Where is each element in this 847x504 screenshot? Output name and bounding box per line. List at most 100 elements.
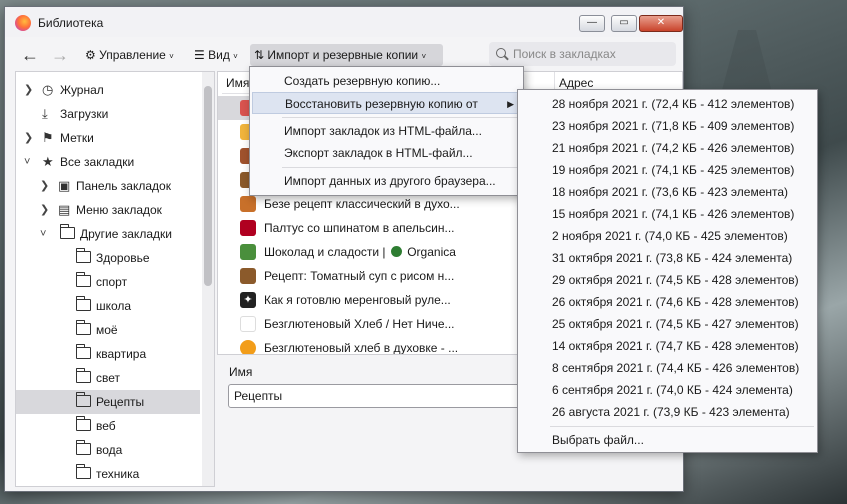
maximize-button[interactable]: ▭ — [611, 15, 637, 32]
bookmark-title: Безглютеновый хлеб в духовке - ... — [264, 341, 459, 355]
menu-item-import-html[interactable]: Импорт закладок из HTML-файла... — [252, 120, 521, 142]
name-field[interactable]: Рецепты — [228, 384, 531, 408]
folder-icon — [76, 392, 91, 407]
menu-item-restore-backup[interactable]: Восстановить резервную копию от ▶ — [252, 92, 521, 114]
sidebar-item-other-bookmarks[interactable]: ˅ Другие закладки — [16, 222, 200, 246]
restore-backup-item[interactable]: 29 октября 2021 г. (74,5 КБ - 428 элемен… — [520, 269, 815, 291]
sidebar-item-bookmarks-menu[interactable]: ❯ ▤ Меню закладок — [16, 198, 200, 222]
chevron-right-icon[interactable]: ❯ — [24, 126, 33, 150]
download-icon: ⤓ — [42, 106, 48, 121]
sidebar-item-label: Панель закладок — [76, 179, 171, 193]
sidebar-item-label: Метки — [60, 131, 94, 145]
sidebar-item-history[interactable]: ❯ ◷ Журнал — [16, 78, 200, 102]
bookmark-title: Шоколад и сладости | Organica — [264, 240, 456, 264]
scrollbar-thumb[interactable] — [204, 86, 212, 286]
menu-separator — [550, 426, 814, 427]
folder-icon — [76, 320, 91, 335]
sidebar-item-label: веб — [96, 419, 116, 433]
folder-icon — [76, 464, 91, 479]
arrow-right-icon[interactable]: → — [51, 44, 69, 66]
restore-backup-item[interactable]: 8 сентября 2021 г. (74,4 КБ - 426 элемен… — [520, 357, 815, 379]
chevron-down-icon[interactable]: ˅ — [24, 150, 30, 174]
view-button[interactable]: ☰ Вид ˅ — [190, 44, 242, 66]
bookmark-favicon-icon — [240, 316, 256, 332]
folder-icon — [76, 416, 91, 431]
sidebar-item-bookmarks-toolbar[interactable]: ❯ ▣ Панель закладок — [16, 174, 200, 198]
sidebar-item-folder[interactable]: квартира — [16, 342, 200, 366]
search-input[interactable]: Поиск в закладках — [489, 42, 676, 66]
menu-item-export-html[interactable]: Экспорт закладок в HTML-файл... — [252, 142, 521, 164]
table-row[interactable]: Безглютеновый хлеб в духовке - ... — [218, 336, 538, 355]
import-backup-button[interactable]: ⇅ Импорт и резервные копии ˅ — [250, 44, 443, 66]
sidebar-item-folder[interactable]: спорт — [16, 270, 200, 294]
sidebar-item-downloads[interactable]: ⤓ Загрузки — [16, 102, 200, 126]
sidebar-item-folder[interactable]: веб — [16, 414, 200, 438]
leaf-icon — [390, 246, 402, 257]
chevron-right-icon[interactable]: ❯ — [40, 174, 49, 198]
bookmark-title-suffix: Organica — [407, 245, 456, 259]
minimize-button[interactable]: — — [579, 15, 605, 32]
folder-icon — [76, 440, 91, 455]
restore-backup-item[interactable]: 28 ноября 2021 г. (72,4 КБ - 412 элемент… — [520, 93, 815, 115]
sidebar-item-label: Здоровье — [96, 251, 150, 265]
table-row[interactable]: Рецепт: Томатный суп с рисом н... — [218, 264, 538, 288]
sidebar-item-label: квартира — [96, 347, 147, 361]
restore-backup-item[interactable]: 2 ноября 2021 г. (74,0 КБ - 425 элементо… — [520, 225, 815, 247]
import-backup-label: Импорт и резервные копии — [267, 48, 419, 62]
sidebar-item-label: Другие закладки — [80, 227, 172, 241]
choose-file-item[interactable]: Выбрать файл... — [520, 429, 815, 451]
bookmark-favicon-icon: ✦ — [240, 292, 256, 308]
restore-backup-item[interactable]: 15 ноября 2021 г. (74,1 КБ - 426 элемент… — [520, 203, 815, 225]
folder-icon — [76, 248, 91, 263]
restore-backup-item[interactable]: 23 ноября 2021 г. (71,8 КБ - 409 элемент… — [520, 115, 815, 137]
window-title: Библиотека — [38, 16, 104, 30]
sidebar-item-folder[interactable]: моё — [16, 318, 200, 342]
restore-backup-item[interactable]: 19 ноября 2021 г. (74,1 КБ - 425 элемент… — [520, 159, 815, 181]
arrow-left-icon[interactable]: ← — [21, 44, 39, 66]
bookmark-title: Рецепт: Томатный суп с рисом н... — [264, 269, 455, 283]
sidebar-item-folder[interactable]: школа — [16, 294, 200, 318]
sidebar-item-label: школа — [96, 299, 132, 313]
chevron-right-icon[interactable]: ❯ — [24, 78, 33, 102]
chevron-right-icon[interactable]: ❯ — [40, 198, 49, 222]
sidebar-item-all-bookmarks[interactable]: ˅ ★ Все закладки — [16, 150, 200, 174]
table-row[interactable]: Безглютеновый Хлеб / Нет Ниче... — [218, 312, 538, 336]
bookmark-menu-icon: ▤ — [58, 202, 71, 217]
sidebar-item-label: Меню закладок — [76, 203, 162, 217]
restore-backup-item[interactable]: 25 октября 2021 г. (74,5 КБ - 427 элемен… — [520, 313, 815, 335]
sidebar-item-folder[interactable]: техника — [16, 462, 200, 486]
sidebar-item-label: Все закладки — [60, 155, 135, 169]
manage-button[interactable]: ⚙ Управление ˅ — [81, 44, 178, 66]
clock-icon: ◷ — [42, 82, 54, 97]
restore-backup-item[interactable]: 26 августа 2021 г. (73,9 КБ - 423 элемен… — [520, 401, 815, 423]
close-button[interactable]: ✕ — [639, 15, 683, 32]
bookmark-title: Безглютеновый Хлеб / Нет Ниче... — [264, 317, 455, 331]
folder-icon — [76, 272, 91, 287]
restore-backup-item[interactable]: 18 ноября 2021 г. (73,6 КБ - 423 элемент… — [520, 181, 815, 203]
firefox-icon — [15, 15, 31, 31]
sidebar-item-folder[interactable]: свет — [16, 366, 200, 390]
restore-backup-item[interactable]: 6 сентября 2021 г. (74,0 КБ - 424 элемен… — [520, 379, 815, 401]
sidebar-scrollbar[interactable] — [202, 72, 214, 486]
sidebar-item-folder[interactable]: Здоровье — [16, 246, 200, 270]
restore-backup-item[interactable]: 21 ноября 2021 г. (74,2 КБ - 426 элемент… — [520, 137, 815, 159]
sidebar-item-tags[interactable]: ❯ ⚑ Метки — [16, 126, 200, 150]
menu-item-create-backup[interactable]: Создать резервную копию... — [252, 70, 521, 92]
import-backup-menu: Создать резервную копию... Восстановить … — [249, 66, 524, 196]
chevron-down-icon: ˅ — [421, 52, 427, 61]
sidebar-item-folder[interactable]: вода — [16, 438, 200, 462]
restore-backup-item[interactable]: 26 октября 2021 г. (74,6 КБ - 428 элемен… — [520, 291, 815, 313]
sidebar-tree: ❯ ◷ Журнал ⤓ Загрузки ❯ ⚑ Метки ˅ ★ Все … — [15, 71, 215, 487]
sidebar-item-recipes[interactable]: Рецепты — [16, 390, 200, 414]
sidebar-item-label: свет — [96, 371, 121, 385]
table-row[interactable]: Палтус со шпинатом в апельсин... — [218, 216, 538, 240]
table-row[interactable]: Шоколад и сладости | Organica — [218, 240, 538, 264]
chevron-down-icon[interactable]: ˅ — [40, 222, 46, 246]
menu-item-import-browser[interactable]: Импорт данных из другого браузера... — [252, 170, 521, 192]
table-row[interactable]: ✦ Как я готовлю меренговый руле... — [218, 288, 538, 312]
list-icon: ☰ — [194, 48, 205, 62]
star-icon: ★ — [42, 154, 54, 169]
restore-backup-item[interactable]: 31 октября 2021 г. (73,8 КБ - 424 элемен… — [520, 247, 815, 269]
bookmark-favicon-icon — [240, 268, 256, 284]
restore-backup-item[interactable]: 14 октября 2021 г. (74,7 КБ - 428 элемен… — [520, 335, 815, 357]
